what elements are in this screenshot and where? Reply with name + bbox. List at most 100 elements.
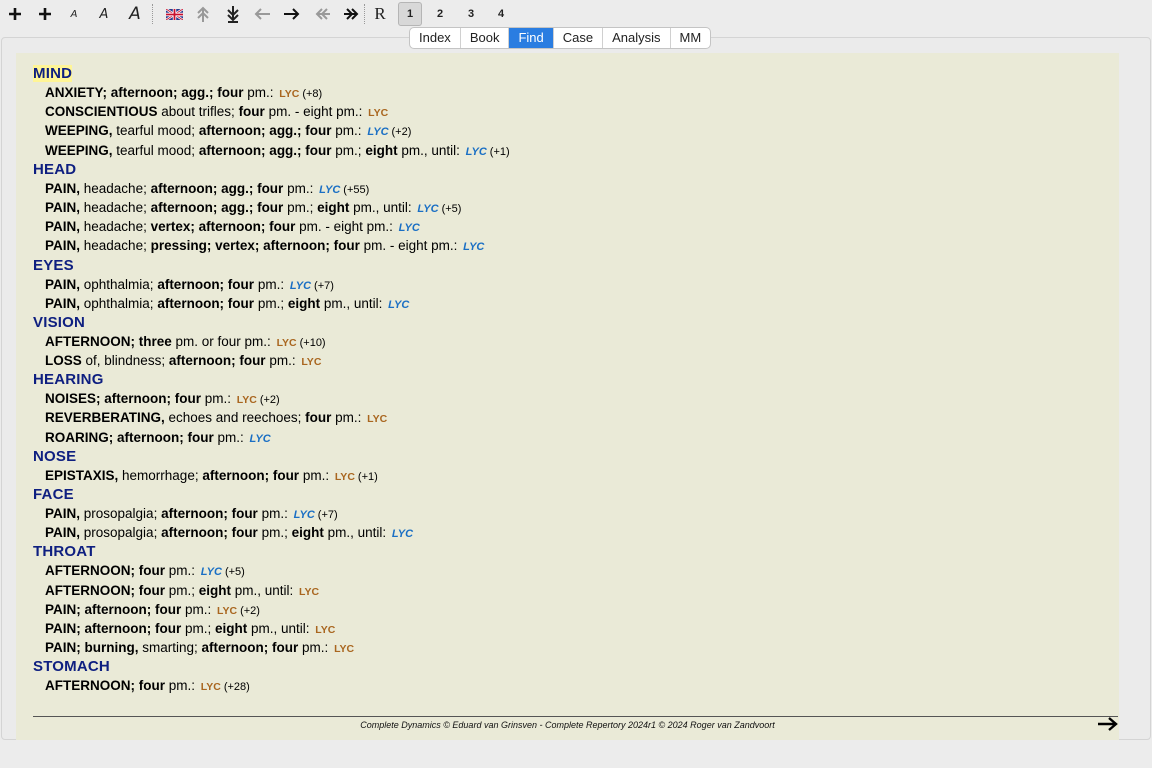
more-remedies-count[interactable]: (+28) <box>224 681 250 693</box>
remedy-link[interactable]: LYC <box>335 471 355 483</box>
degree-3-button[interactable]: 3 <box>459 2 483 26</box>
rubric-row[interactable]: PAIN, headache; pressing; vertex; aftern… <box>33 236 510 255</box>
rubric-row[interactable]: REVERBERATING, echoes and reechoes; four… <box>33 408 510 427</box>
tab-mm[interactable]: MM <box>671 28 711 48</box>
rubric-row[interactable]: PAIN, prosopalgia; afternoon; four pm.; … <box>33 523 510 542</box>
more-remedies-count[interactable]: (+1) <box>490 146 510 158</box>
chapter-heading[interactable]: VISION <box>33 313 510 332</box>
more-remedies-count[interactable]: (+5) <box>225 566 245 578</box>
remedy-link[interactable]: LYC <box>299 586 319 598</box>
more-remedies-count[interactable]: (+55) <box>343 184 369 196</box>
remedy-link[interactable]: LYC <box>294 509 315 521</box>
remedy-link[interactable]: LYC <box>367 413 387 425</box>
remedy-link[interactable]: LYC <box>388 299 409 311</box>
more-remedies-count[interactable]: (+2) <box>240 605 260 617</box>
rubric-row[interactable]: EPISTAXIS, hemorrhage; afternoon; four p… <box>33 466 510 485</box>
rubric-row[interactable]: PAIN, ophthalmia; afternoon; four pm.: L… <box>33 275 510 294</box>
more-remedies-count[interactable]: (+5) <box>442 203 462 215</box>
back-arrow-icon[interactable] <box>250 2 274 26</box>
remedy-link[interactable]: LYC <box>367 126 388 138</box>
rubric-row[interactable]: PAIN; afternoon; four pm.: LYC (+2) <box>33 600 510 619</box>
rubric-row[interactable]: WEEPING, tearful mood; afternoon; agg.; … <box>33 141 510 160</box>
tab-book[interactable]: Book <box>461 28 510 48</box>
more-remedies-count[interactable]: (+1) <box>358 471 378 483</box>
rubric-text: AFTERNOON; four <box>45 582 165 598</box>
more-remedies-count[interactable]: (+10) <box>300 337 326 349</box>
rubric-row[interactable]: PAIN, prosopalgia; afternoon; four pm.: … <box>33 504 510 523</box>
more-remedies-count[interactable]: (+2) <box>392 126 412 138</box>
rubric-text: PAIN, <box>45 238 81 254</box>
remedy-link[interactable]: LYC <box>392 528 413 540</box>
remedy-link[interactable]: LYC <box>201 681 221 693</box>
remedy-format-button[interactable]: R <box>369 2 391 26</box>
add-bold-icon[interactable] <box>33 2 57 26</box>
remedy-link[interactable]: LYC <box>250 433 271 445</box>
more-remedies-count[interactable]: (+8) <box>302 88 322 100</box>
double-forward-icon[interactable] <box>340 2 364 26</box>
remedy-link[interactable]: LYC <box>301 356 321 368</box>
chapter-heading[interactable]: EYES <box>33 256 510 275</box>
remedy-link[interactable]: LYC <box>315 624 335 636</box>
chapter-heading[interactable]: THROAT <box>33 542 510 561</box>
rubric-row[interactable]: PAIN; afternoon; four pm.; eight pm., un… <box>33 619 510 638</box>
rubric-row[interactable]: PAIN, headache; afternoon; agg.; four pm… <box>33 179 510 198</box>
remedy-link[interactable]: LYC <box>417 203 438 215</box>
language-flag-icon[interactable] <box>162 2 186 26</box>
next-page-arrow-icon[interactable] <box>1097 716 1119 737</box>
font-small-button[interactable]: A <box>62 2 86 26</box>
chapter-heading[interactable]: HEARING <box>33 370 510 389</box>
rubric-text: PAIN, <box>45 506 81 521</box>
rubric-row[interactable]: AFTERNOON; four pm.; eight pm., until: L… <box>33 581 510 600</box>
degree-2-button[interactable]: 2 <box>428 2 452 26</box>
tab-analysis[interactable]: Analysis <box>603 28 671 48</box>
chapter-label: EYES <box>33 256 74 274</box>
chapter-heading[interactable]: MIND <box>33 64 510 83</box>
collapse-all-icon[interactable] <box>191 2 215 26</box>
remedy-link[interactable]: LYC <box>463 241 484 253</box>
remedy-link[interactable]: LYC <box>279 88 299 100</box>
chapter-heading[interactable]: STOMACH <box>33 657 510 676</box>
remedy-link[interactable]: LYC <box>217 605 237 617</box>
remedy-link[interactable]: LYC <box>319 184 340 196</box>
remedy-link[interactable]: LYC <box>290 280 311 292</box>
rubric-row[interactable]: PAIN; burning, smarting; afternoon; four… <box>33 638 510 657</box>
rubric-row[interactable]: ROARING; afternoon; four pm.: LYC <box>33 428 510 447</box>
remedy-link[interactable]: LYC <box>334 643 354 655</box>
degree-1-button-label: 1 <box>406 8 414 20</box>
chapter-heading[interactable]: FACE <box>33 485 510 504</box>
rubric-text: WEEPING, <box>45 142 113 158</box>
rubric-row[interactable]: ANXIETY; afternoon; agg.; four pm.: LYC(… <box>33 83 510 102</box>
chapter-heading[interactable]: HEAD <box>33 160 510 179</box>
chapter-heading[interactable]: NOSE <box>33 447 510 466</box>
degree-4-button[interactable]: 4 <box>489 2 513 26</box>
double-back-icon[interactable] <box>310 2 334 26</box>
rubric-row[interactable]: NOISES; afternoon; four pm.: LYC (+2) <box>33 389 510 408</box>
rubric-row[interactable]: LOSS of, blindness; afternoon; four pm.:… <box>33 351 510 370</box>
rubric-row[interactable]: AFTERNOON; four pm.: LYC (+5) <box>33 561 510 580</box>
rubric-row[interactable]: WEEPING, tearful mood; afternoon; agg.; … <box>33 121 510 140</box>
rubric-row[interactable]: AFTERNOON; three pm. or four pm.: LYC (+1… <box>33 332 510 351</box>
more-remedies-count[interactable]: (+7) <box>318 509 338 521</box>
tab-index[interactable]: Index <box>410 28 461 48</box>
tab-find[interactable]: Find <box>509 28 554 48</box>
remedy-link[interactable]: LYC <box>399 222 420 234</box>
rubric-row[interactable]: CONSCIENTIOUS about trifles; four pm. - … <box>33 102 510 121</box>
remedy-link[interactable]: LYC <box>368 107 388 119</box>
tab-case[interactable]: Case <box>554 28 604 48</box>
add-icon[interactable] <box>3 2 27 26</box>
remedy-link[interactable]: LYC <box>237 394 257 406</box>
rubric-row[interactable]: PAIN, headache; afternoon; agg.; four pm… <box>33 198 510 217</box>
remedy-link[interactable]: LYC <box>466 146 487 158</box>
remedy-link[interactable]: LYC <box>277 337 297 349</box>
more-remedies-count[interactable]: (+2) <box>260 394 280 406</box>
font-medium-button[interactable]: A <box>92 2 116 26</box>
forward-arrow-icon[interactable] <box>280 2 304 26</box>
rubric-row[interactable]: PAIN, ophthalmia; afternoon; four pm.; e… <box>33 294 510 313</box>
rubric-row[interactable]: AFTERNOON; four pm.: LYC (+28) <box>33 676 510 695</box>
more-remedies-count[interactable]: (+7) <box>314 280 334 292</box>
expand-all-icon[interactable] <box>221 2 245 26</box>
font-large-button[interactable]: A <box>122 2 148 26</box>
degree-1-button[interactable]: 1 <box>398 2 422 26</box>
remedy-link[interactable]: LYC <box>201 566 222 578</box>
rubric-row[interactable]: PAIN, headache; vertex; afternoon; four … <box>33 217 510 236</box>
